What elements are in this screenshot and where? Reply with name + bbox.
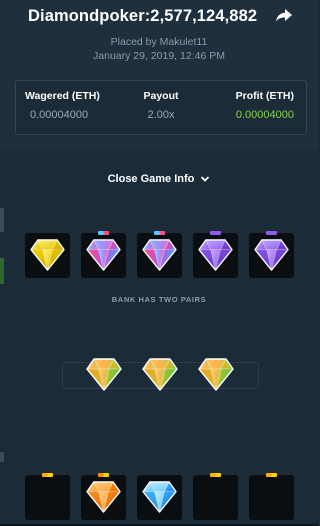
share-icon[interactable] — [275, 7, 293, 23]
bank-card-2 — [81, 473, 126, 520]
title-row: Diamondpoker:2,577,124,882 — [28, 6, 298, 26]
yellow-gem-icon — [30, 239, 65, 271]
winning-gem-icon-3 — [198, 358, 234, 391]
card-tag — [210, 473, 221, 477]
orange-gem-icon — [86, 481, 121, 513]
card-tag — [210, 231, 221, 235]
bank-card-5 — [249, 473, 294, 520]
player-card-5 — [249, 231, 294, 278]
payout-label: Payout — [143, 90, 179, 102]
close-game-info-button[interactable]: Close Game Info — [0, 172, 318, 186]
winning-gem-icon-1 — [86, 358, 122, 391]
chevron-down-icon — [201, 176, 210, 182]
player-card-1 — [25, 233, 70, 278]
game-info-header: Diamondpoker:2,577,124,882 Placed by Mak… — [0, 0, 318, 150]
wagered-value: 0.00004000 — [30, 109, 89, 121]
blue-gem-icon — [142, 481, 177, 513]
bank-card-1 — [25, 473, 70, 520]
pink-blue-gem-icon — [86, 239, 121, 271]
wagered-label: Wagered (ETH) — [25, 90, 100, 102]
bank-result-label: BANK HAS TWO PAIRS — [111, 295, 207, 304]
payout-value: 2.00x — [147, 109, 175, 121]
close-game-info-label: Close Game Info — [107, 173, 195, 185]
purple-gem-icon — [254, 239, 289, 271]
pink-blue-gem-icon — [142, 239, 177, 271]
profit-value: 0.00004000 — [235, 109, 294, 121]
card-tag — [266, 473, 277, 477]
player-card-4 — [193, 231, 238, 278]
bet-stats-panel: Wagered (ETH) 0.00004000 Payout 2.00x Pr… — [15, 80, 307, 135]
game-title: Diamondpoker:2,577,124,882 — [28, 6, 258, 25]
purple-gem-icon — [198, 239, 233, 271]
side-edge — [0, 208, 4, 232]
wagered-stat: Wagered (ETH) 0.00004000 — [16, 81, 116, 136]
side-edge — [0, 452, 4, 462]
player-card-2 — [81, 231, 126, 278]
card-tag — [98, 231, 109, 235]
profit-label: Profit (ETH) — [235, 90, 294, 102]
bet-date: January 29, 2019, 12:46 PM — [93, 50, 225, 62]
payout-stat: Payout 2.00x — [126, 81, 196, 136]
placed-by: Placed by Makulet11 — [110, 36, 208, 48]
bank-card-4 — [193, 473, 238, 520]
card-tag — [42, 473, 53, 477]
side-edge-highlight — [0, 258, 4, 284]
card-tag — [98, 473, 109, 477]
winning-gem-icon-2 — [142, 358, 178, 391]
player-card-3 — [137, 231, 182, 278]
bank-card-3 — [137, 475, 182, 520]
card-tag — [154, 231, 165, 235]
card-tag — [266, 231, 277, 235]
profit-stat: Profit (ETH) 0.00004000 — [211, 81, 308, 136]
